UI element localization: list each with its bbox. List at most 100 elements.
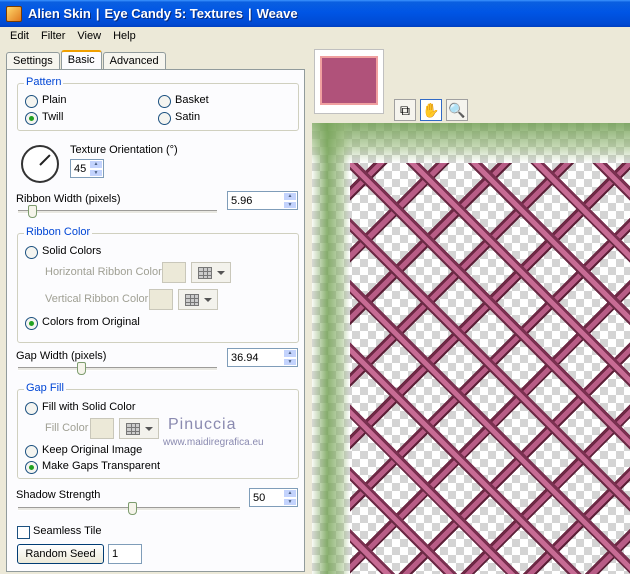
ribbon-color-group-title: Ribbon Color <box>24 226 93 238</box>
colors-from-original-radio[interactable] <box>25 317 38 330</box>
fill-color-menu[interactable] <box>119 418 159 439</box>
pattern-satin-radio[interactable] <box>158 112 171 125</box>
ribbon-color-group: Ribbon Color Solid Colors Horizontal Rib… <box>17 226 299 343</box>
tab-strip: Settings Basic Advanced <box>6 49 167 70</box>
watermark-name: Pinuccia <box>168 416 237 433</box>
orientation-dial-hand <box>39 154 51 166</box>
chevron-down-icon <box>216 270 225 275</box>
preview-background-top <box>312 123 630 163</box>
shadow-strength-value: 50 <box>253 491 266 504</box>
seamless-tile-label[interactable]: Seamless Tile <box>33 525 101 537</box>
gap-fill-group: Gap Fill Fill with Solid Color Fill Colo… <box>17 382 299 479</box>
app-icon <box>6 5 22 22</box>
watermark-url: www.maidiregrafica.eu <box>163 437 264 448</box>
spin-up-icon[interactable]: ▲ <box>283 489 297 498</box>
gap-width-spinner[interactable]: 36.94 ▲ ▼ <box>227 348 298 367</box>
title-separator: | <box>247 6 252 21</box>
keep-original-image-radio[interactable] <box>25 445 38 458</box>
pattern-plain-radio[interactable] <box>25 95 38 108</box>
preview-canvas[interactable] <box>312 123 630 574</box>
gap-width-slider[interactable] <box>18 367 217 371</box>
title-app: Alien Skin <box>28 6 91 21</box>
keep-original-image-label[interactable]: Keep Original Image <box>42 444 142 456</box>
pattern-basket-radio[interactable] <box>158 95 171 108</box>
title-bar: Alien Skin | Eye Candy 5: Textures | Wea… <box>0 0 630 27</box>
spin-up-icon[interactable]: ▲ <box>89 160 103 169</box>
solid-colors-radio[interactable] <box>25 246 38 259</box>
spin-down-icon[interactable]: ▼ <box>283 200 297 209</box>
spin-down-icon[interactable]: ▼ <box>283 357 297 366</box>
zoom-icon[interactable]: 🔍 <box>446 99 468 121</box>
tab-basic[interactable]: Basic <box>60 50 102 70</box>
ribbon-width-label: Ribbon Width (pixels) <box>16 193 121 205</box>
texture-orientation-label: Texture Orientation (°) <box>70 144 178 156</box>
shadow-strength-slider-thumb[interactable] <box>128 502 137 515</box>
fill-solid-color-radio[interactable] <box>25 402 38 415</box>
random-seed-field[interactable]: 1 <box>108 544 142 564</box>
menu-help[interactable]: Help <box>107 30 142 42</box>
vertical-ribbon-color-label: Vertical Ribbon Color <box>45 293 149 305</box>
menu-edit[interactable]: Edit <box>4 30 35 42</box>
title-product: Eye Candy 5: Textures <box>104 6 243 21</box>
random-seed-button[interactable]: Random Seed <box>17 544 104 564</box>
spin-up-icon[interactable]: ▲ <box>283 349 297 358</box>
make-gaps-transparent-label[interactable]: Make Gaps Transparent <box>42 460 160 472</box>
colors-from-original-label[interactable]: Colors from Original <box>42 316 140 328</box>
pattern-plain-label[interactable]: Plain <box>42 94 66 106</box>
vertical-ribbon-color-menu[interactable] <box>178 289 218 310</box>
orientation-dial[interactable] <box>21 145 59 183</box>
settings-panel: Settings Basic Advanced Pattern Plain Ba… <box>0 45 310 574</box>
gap-width-slider-thumb[interactable] <box>77 362 86 375</box>
random-seed-value: 1 <box>112 548 119 560</box>
menu-view[interactable]: View <box>71 30 107 42</box>
navigator-thumbnail[interactable] <box>314 49 384 114</box>
title-filter: Weave <box>256 6 298 21</box>
spin-up-icon[interactable]: ▲ <box>283 192 297 201</box>
shadow-strength-spinner[interactable]: 50 ▲ ▼ <box>249 488 298 507</box>
navigator-icon[interactable]: ⧉ <box>394 99 416 121</box>
solid-colors-label[interactable]: Solid Colors <box>42 245 101 257</box>
hand-icon[interactable]: ✋ <box>420 99 442 121</box>
shadow-strength-label: Shadow Strength <box>16 489 101 501</box>
spin-down-icon[interactable]: ▼ <box>283 497 297 506</box>
navigator-view-rect[interactable] <box>320 56 378 105</box>
fill-solid-color-label[interactable]: Fill with Solid Color <box>42 401 136 413</box>
pattern-group-title: Pattern <box>24 76 64 88</box>
pattern-basket-label[interactable]: Basket <box>175 94 209 106</box>
ribbon-width-slider-thumb[interactable] <box>28 205 37 218</box>
pattern-twill-radio[interactable] <box>25 112 38 125</box>
gap-width-label: Gap Width (pixels) <box>16 350 107 362</box>
chevron-down-icon <box>144 426 153 431</box>
ribbon-width-value: 5.96 <box>231 194 253 207</box>
basic-tab-body: Pattern Plain Basket Twill Satin Texture… <box>6 69 305 572</box>
tab-settings[interactable]: Settings <box>6 52 60 69</box>
menu-filter[interactable]: Filter <box>35 30 71 42</box>
grid-icon <box>184 293 199 306</box>
texture-orientation-spinner[interactable]: 45 ▲ ▼ <box>70 159 104 178</box>
ribbon-width-slider[interactable] <box>18 210 217 214</box>
pattern-twill-label[interactable]: Twill <box>42 111 63 123</box>
grid-icon <box>125 422 140 435</box>
seamless-tile-checkbox[interactable] <box>17 526 30 539</box>
gap-width-value: 36.94 <box>231 351 259 364</box>
preview-background-left <box>312 123 350 574</box>
horizontal-ribbon-color-menu[interactable] <box>191 262 231 283</box>
horizontal-ribbon-color-label: Horizontal Ribbon Color <box>45 266 162 278</box>
pattern-group: Pattern Plain Basket Twill Satin <box>17 76 299 131</box>
vertical-ribbon-color-swatch[interactable] <box>149 289 173 310</box>
texture-orientation-value: 45 <box>74 162 87 175</box>
ribbon-width-spinner[interactable]: 5.96 ▲ ▼ <box>227 191 298 210</box>
menu-bar: Edit Filter View Help <box>0 27 630 45</box>
preview-area: ⧉ ✋ 🔍 <box>310 45 630 574</box>
tab-advanced[interactable]: Advanced <box>102 52 166 69</box>
pattern-satin-label[interactable]: Satin <box>175 111 200 123</box>
title-separator: | <box>95 6 100 21</box>
make-gaps-transparent-radio[interactable] <box>25 461 38 474</box>
fill-color-label: Fill Color <box>45 422 89 434</box>
spin-down-icon[interactable]: ▼ <box>89 168 103 177</box>
fill-color-swatch[interactable] <box>90 418 114 439</box>
horizontal-ribbon-color-swatch[interactable] <box>162 262 186 283</box>
gap-fill-group-title: Gap Fill <box>24 382 66 394</box>
grid-icon <box>197 266 212 279</box>
weave-preview-image <box>350 163 630 574</box>
